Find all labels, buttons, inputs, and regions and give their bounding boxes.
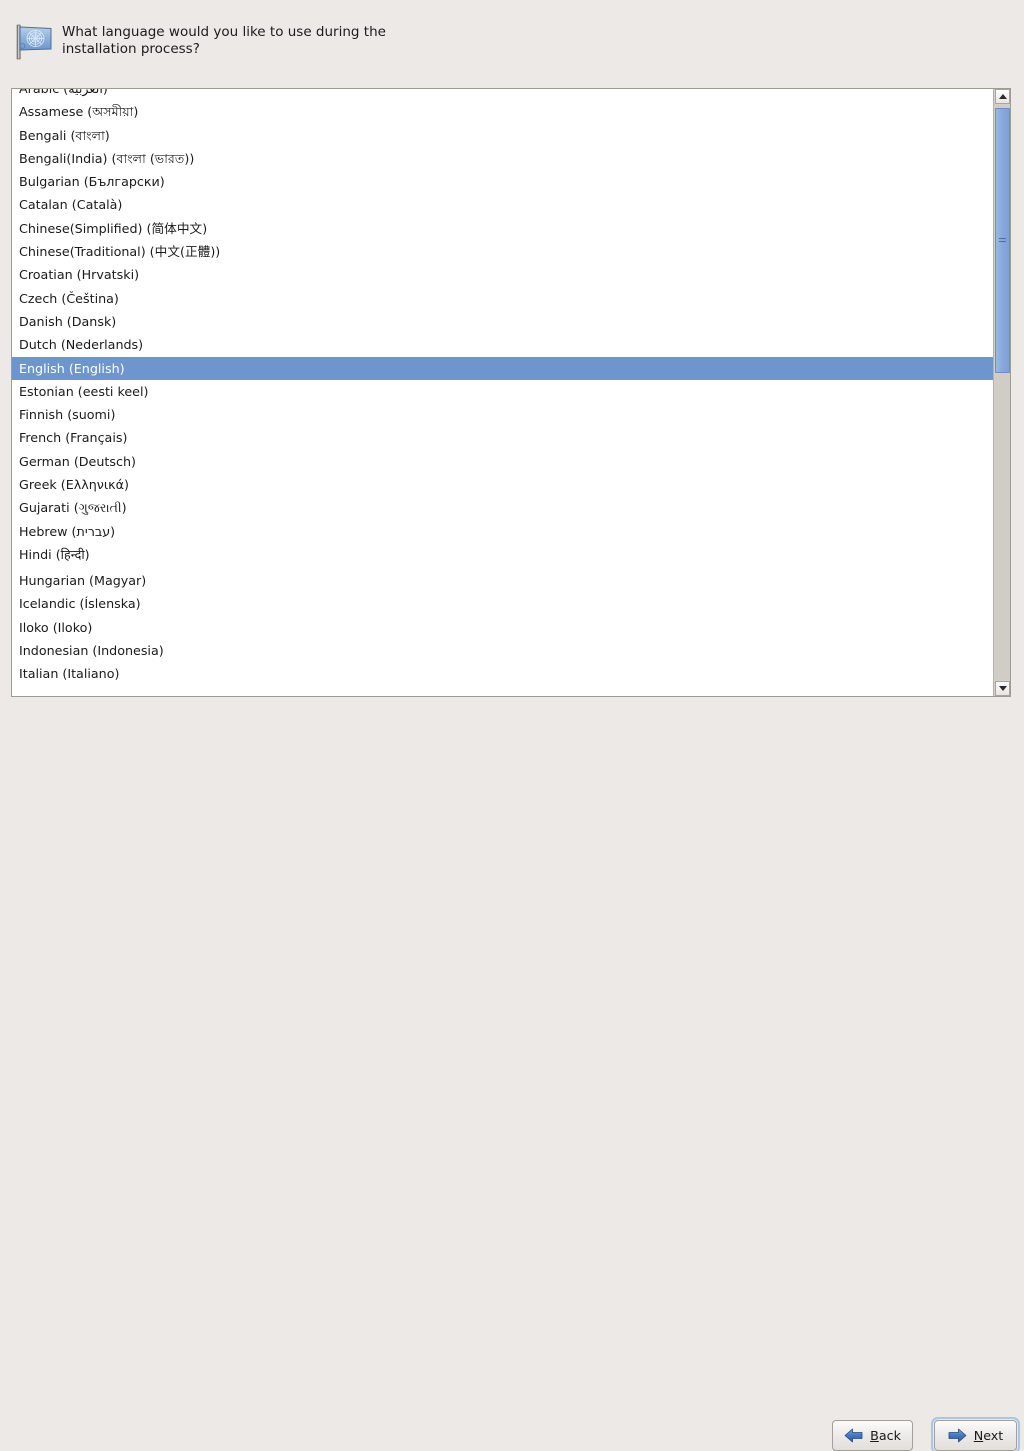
back-button-label: Back <box>870 1428 901 1443</box>
list-item[interactable]: Bengali(India) (বাংলা (ভারত)) <box>12 147 993 170</box>
list-rows-container: Arabic (العربية)Assamese (অসমীয়া)Bengal… <box>12 89 993 685</box>
next-mnemonic: N <box>974 1428 984 1443</box>
chevron-up-icon <box>999 94 1007 99</box>
header-panel: What language would you like to use duri… <box>0 0 1024 88</box>
list-item[interactable]: Hebrew (עברית) <box>12 520 993 543</box>
list-item-selected[interactable]: English (English) <box>12 357 993 380</box>
list-item[interactable]: Iloko (Iloko) <box>12 616 993 639</box>
list-item[interactable]: Indonesian (Indonesia) <box>12 639 993 662</box>
list-viewport[interactable]: Arabic (العربية)Assamese (অসমীয়া)Bengal… <box>12 89 993 696</box>
next-label-rest: ext <box>983 1428 1003 1443</box>
language-selection-list[interactable]: Arabic (العربية)Assamese (অসমীয়া)Bengal… <box>11 88 1011 697</box>
arrow-left-icon <box>844 1428 863 1443</box>
list-item[interactable]: French (Français) <box>12 426 993 449</box>
next-button[interactable]: Next <box>934 1420 1017 1451</box>
next-button-label: Next <box>974 1428 1004 1443</box>
arrow-right-icon <box>948 1428 967 1443</box>
list-item[interactable]: Catalan (Català) <box>12 193 993 216</box>
list-item[interactable]: Bulgarian (Български) <box>12 170 993 193</box>
back-button[interactable]: Back <box>832 1420 913 1451</box>
list-item[interactable]: Hindi (हिन्दी) <box>12 543 993 569</box>
button-bar: Back Next <box>0 697 1024 768</box>
scroll-down-button[interactable] <box>995 681 1010 696</box>
scrollbar-thumb[interactable] <box>995 108 1010 373</box>
un-flag-icon <box>12 20 56 64</box>
list-item[interactable]: Dutch (Nederlands) <box>12 333 993 356</box>
list-item[interactable]: Greek (Ελληνικά) <box>12 473 993 496</box>
chevron-down-icon <box>999 686 1007 691</box>
back-label-rest: ack <box>879 1428 901 1443</box>
list-item[interactable]: Danish (Dansk) <box>12 310 993 333</box>
list-item[interactable]: Bengali (বাংলা) <box>12 124 993 147</box>
list-item[interactable]: Chinese(Simplified) (简体中文) <box>12 217 993 240</box>
scrollbar-grip-icon <box>999 238 1006 244</box>
page-question-line2: installation process? <box>62 41 582 58</box>
list-item[interactable]: Chinese(Traditional) (中文(正體)) <box>12 240 993 263</box>
list-item[interactable]: Croatian (Hrvatski) <box>12 263 993 286</box>
page-question-line1: What language would you like to use duri… <box>62 24 582 41</box>
scroll-up-button[interactable] <box>995 89 1010 104</box>
page-question: What language would you like to use duri… <box>62 24 582 58</box>
list-item[interactable]: German (Deutsch) <box>12 450 993 473</box>
list-item[interactable]: Hungarian (Magyar) <box>12 569 993 592</box>
list-item[interactable]: Estonian (eesti keel) <box>12 380 993 403</box>
list-item[interactable]: Arabic (العربية) <box>12 89 993 100</box>
list-item[interactable]: Czech (Čeština) <box>12 287 993 310</box>
list-item[interactable]: Icelandic (Íslenska) <box>12 592 993 615</box>
list-item[interactable]: Finnish (suomi) <box>12 403 993 426</box>
list-item[interactable]: Gujarati (ગુજરાતી) <box>12 496 993 519</box>
back-mnemonic: B <box>870 1428 879 1443</box>
vertical-scrollbar[interactable] <box>993 89 1010 696</box>
list-item[interactable]: Assamese (অসমীয়া) <box>12 100 993 123</box>
list-item[interactable]: Italian (Italiano) <box>12 662 993 685</box>
